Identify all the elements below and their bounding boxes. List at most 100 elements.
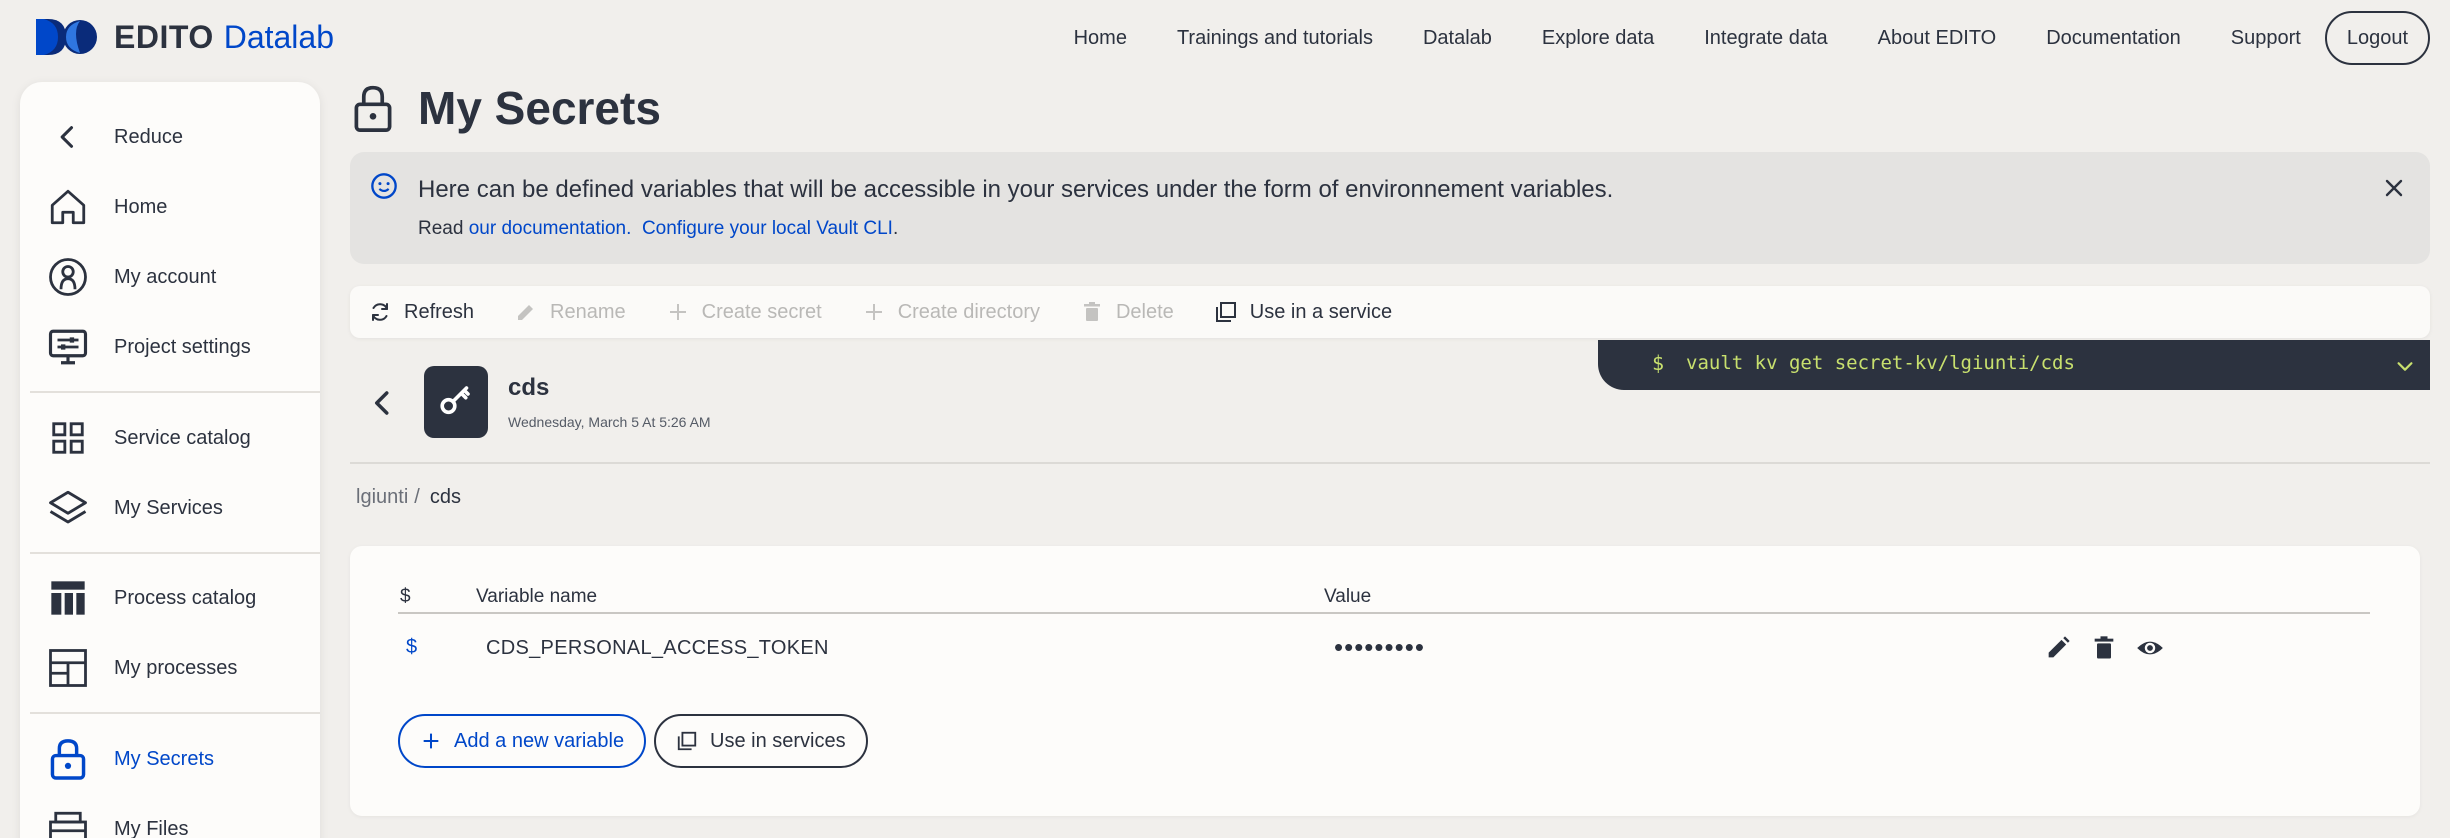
secret-name: cds bbox=[508, 374, 550, 401]
delete-icon[interactable] bbox=[2090, 634, 2118, 662]
brand[interactable]: EDITO Datalab bbox=[36, 14, 334, 60]
sidebar-item-project-settings[interactable]: Project settings bbox=[20, 317, 320, 377]
vault-command-bar[interactable]: $ vault kv get secret-kv/lgiunti/cds bbox=[1598, 340, 2430, 390]
column-header-dollar: $ bbox=[400, 586, 411, 607]
nav-trainings[interactable]: Trainings and tutorials bbox=[1177, 27, 1373, 50]
sidebar-item-service-catalog[interactable]: Service catalog bbox=[20, 408, 320, 468]
secret-header: cds Wednesday, March 5 At 5:26 AM bbox=[350, 360, 1590, 460]
sidebar-item-account[interactable]: My account bbox=[20, 247, 320, 307]
smiley-icon bbox=[371, 173, 397, 199]
sidebar-item-label: Service catalog bbox=[114, 426, 251, 449]
sidebar-item-label: Home bbox=[114, 195, 168, 218]
lock-icon bbox=[46, 737, 90, 781]
variable-name: CDS_PERSONAL_ACCESS_TOKEN bbox=[486, 637, 829, 659]
page-title: My Secrets bbox=[418, 82, 661, 134]
chevron-down-icon[interactable] bbox=[2394, 355, 2416, 377]
sidebar-item-my-services[interactable]: My Services bbox=[20, 478, 320, 538]
sidebar-item-reduce[interactable]: Reduce bbox=[20, 107, 320, 167]
sidebar-item-label: Project settings bbox=[114, 335, 251, 358]
variables-card: $ Variable name Value $ CDS_PERSONAL_ACC… bbox=[350, 546, 2420, 816]
banner-link-suffix: . bbox=[892, 218, 899, 239]
plus-icon bbox=[423, 733, 439, 749]
vault-prompt: $ bbox=[1652, 351, 1665, 375]
rename-button[interactable]: Rename bbox=[514, 292, 626, 332]
plus-icon bbox=[669, 304, 686, 320]
layers-icon bbox=[46, 486, 90, 530]
sidebar-item-label: Process catalog bbox=[114, 586, 257, 609]
use-in-services-button[interactable]: Use in services bbox=[654, 714, 868, 768]
banner-message: Here can be defined variables that will … bbox=[418, 176, 1614, 203]
breadcrumb-separator: / bbox=[414, 486, 420, 508]
files-icon bbox=[46, 807, 90, 838]
nav-documentation[interactable]: Documentation bbox=[2046, 27, 2181, 50]
table-header-divider bbox=[398, 612, 2370, 614]
brand-subtitle: Datalab bbox=[223, 18, 334, 55]
create-secret-label: Create secret bbox=[701, 300, 822, 323]
grid-icon bbox=[46, 416, 90, 460]
top-header: EDITO Datalab Home Trainings and tutoria… bbox=[0, 0, 2450, 76]
documentation-link[interactable]: our documentation. bbox=[469, 218, 632, 239]
use-in-service-button[interactable]: Use in a service bbox=[1214, 292, 1392, 332]
nav-explore-data[interactable]: Explore data bbox=[1542, 27, 1654, 50]
processes-icon bbox=[46, 646, 90, 690]
table-icon bbox=[46, 576, 90, 620]
breadcrumb-current: cds bbox=[429, 486, 461, 508]
sidebar-item-label: My Services bbox=[114, 496, 223, 519]
column-header-value: Value bbox=[1324, 586, 1372, 607]
copy-icon bbox=[1215, 302, 1236, 322]
banner-links: Read our documentation. Configure your l… bbox=[418, 218, 898, 240]
sidebar-item-home[interactable]: Home bbox=[20, 177, 320, 237]
nav-integrate-data[interactable]: Integrate data bbox=[1704, 27, 1827, 50]
sidebar-item-my-processes[interactable]: My processes bbox=[20, 638, 320, 698]
refresh-label: Refresh bbox=[404, 300, 475, 323]
use-in-service-label: Use in a service bbox=[1249, 300, 1393, 323]
export-toggle[interactable]: $ bbox=[406, 636, 417, 659]
top-navigation: Home Trainings and tutorials Datalab Exp… bbox=[1074, 10, 2450, 66]
sidebar-item-label: Reduce bbox=[114, 125, 183, 148]
edito-logo-icon bbox=[36, 19, 97, 55]
sidebar-item-my-secrets[interactable]: My Secrets bbox=[20, 729, 320, 789]
brand-name: EDITO bbox=[114, 18, 214, 55]
variable-value: ••••••••• bbox=[1334, 632, 1425, 662]
add-variable-button[interactable]: Add a new variable bbox=[398, 714, 647, 768]
breadcrumb: lgiunti / cds bbox=[356, 486, 461, 509]
vault-command: vault kv get secret-kv/lgiunti/cds bbox=[1686, 352, 2075, 374]
sidebar-item-label: My account bbox=[114, 265, 217, 288]
sidebar-item-process-catalog[interactable]: Process catalog bbox=[20, 568, 320, 628]
create-directory-label: Create directory bbox=[897, 300, 1040, 323]
nav-about[interactable]: About EDITO bbox=[1878, 27, 1997, 50]
eye-icon[interactable] bbox=[2136, 634, 2164, 662]
sidebar-divider bbox=[30, 712, 320, 714]
back-chevron-icon[interactable] bbox=[368, 388, 398, 418]
logout-button[interactable]: Logout bbox=[2324, 11, 2430, 65]
breadcrumb-parent[interactable]: lgiunti bbox=[356, 486, 408, 509]
home-icon bbox=[46, 185, 90, 229]
edit-icon[interactable] bbox=[2044, 634, 2072, 662]
nav-datalab[interactable]: Datalab bbox=[1423, 27, 1492, 50]
plus-icon bbox=[865, 304, 882, 320]
delete-label: Delete bbox=[1115, 300, 1174, 323]
sidebar-item-label: My Secrets bbox=[114, 747, 215, 770]
copy-icon bbox=[677, 731, 697, 751]
info-banner: Here can be defined variables that will … bbox=[350, 152, 2430, 264]
rename-label: Rename bbox=[550, 300, 626, 323]
nav-home[interactable]: Home bbox=[1074, 27, 1127, 50]
close-icon[interactable] bbox=[2382, 176, 2406, 200]
create-directory-button[interactable]: Create directory bbox=[862, 292, 1040, 332]
trash-icon bbox=[1083, 302, 1100, 321]
sidebar-divider bbox=[30, 391, 320, 393]
column-header-variable-name: Variable name bbox=[476, 586, 598, 607]
nav-support[interactable]: Support bbox=[2231, 27, 2301, 50]
sidebar-item-label: My processes bbox=[114, 656, 238, 679]
secret-date: Wednesday, March 5 At 5:26 AM bbox=[508, 414, 711, 430]
lock-icon bbox=[354, 85, 392, 132]
sidebar-item-my-files[interactable]: My Files bbox=[20, 799, 320, 838]
vault-cli-link[interactable]: Configure your local Vault CLI bbox=[642, 218, 893, 239]
banner-read-prefix: Read bbox=[418, 218, 464, 239]
page-heading: My Secrets bbox=[352, 80, 661, 136]
create-secret-button[interactable]: Create secret bbox=[666, 292, 822, 332]
key-icon bbox=[440, 386, 470, 415]
refresh-button[interactable]: Refresh bbox=[368, 292, 474, 332]
delete-button[interactable]: Delete bbox=[1080, 292, 1174, 332]
refresh-icon bbox=[372, 303, 388, 321]
